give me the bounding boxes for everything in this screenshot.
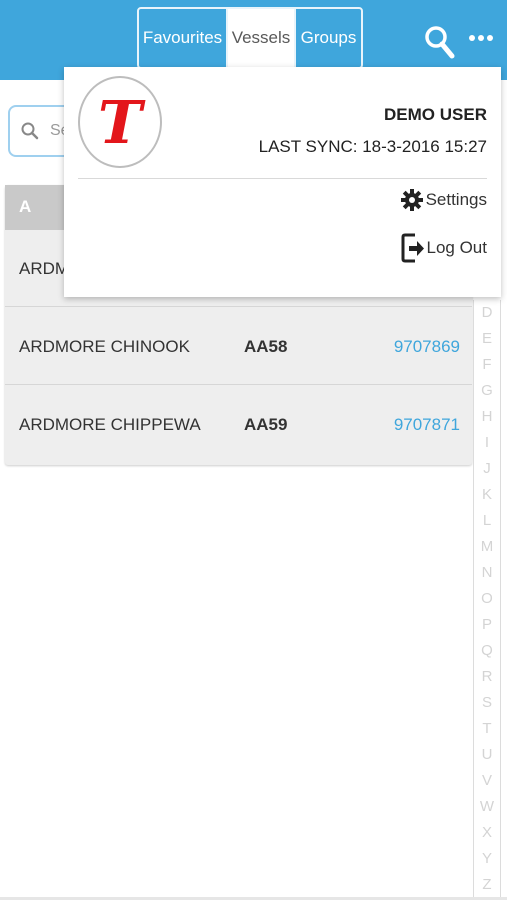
tab-groups[interactable]: Groups [294, 9, 361, 67]
last-sync-text: LAST SYNC: 18-3-2016 15:27 [258, 137, 487, 156]
menu-divider [78, 178, 487, 179]
index-letter[interactable]: O [474, 586, 500, 612]
view-tabs: Favourites Vessels Groups [137, 7, 363, 69]
index-letter[interactable]: J [474, 456, 500, 482]
vessel-code: AA59 [244, 415, 288, 434]
user-name: DEMO USER [384, 105, 487, 124]
settings-label: Settings [425, 190, 487, 209]
list-item[interactable]: ARDMORE CHINOOK AA58 9707869 [5, 308, 472, 385]
gear-icon [400, 189, 423, 211]
logout-label: Log Out [426, 238, 488, 257]
index-letter[interactable]: K [474, 482, 500, 508]
user-menu-dropdown: T DEMO USER LAST SYNC: 18-3-2016 15:27 S… [64, 67, 501, 297]
index-letter[interactable]: V [474, 768, 500, 794]
vessel-name: ARDM [19, 259, 70, 278]
index-letter[interactable]: Q [474, 638, 500, 664]
tab-vessels[interactable]: Vessels [228, 9, 294, 67]
index-letter[interactable]: S [474, 690, 500, 716]
index-letter[interactable]: M [474, 534, 500, 560]
svg-text:T: T [98, 88, 146, 157]
tab-favourites[interactable]: Favourites [139, 9, 228, 67]
company-logo: T [78, 76, 162, 168]
index-letter[interactable]: L [474, 508, 500, 534]
index-letter[interactable]: H [474, 404, 500, 430]
index-letter[interactable]: F [474, 352, 500, 378]
vessel-name: ARDMORE CHINOOK [19, 337, 190, 356]
index-letter[interactable]: E [474, 326, 500, 352]
logout-menu-item[interactable]: Log Out [401, 233, 488, 263]
logout-icon [401, 233, 424, 263]
index-letter[interactable]: G [474, 378, 500, 404]
vessel-name: ARDMORE CHIPPEWA [19, 415, 201, 434]
index-letter[interactable]: P [474, 612, 500, 638]
search-icon[interactable] [424, 24, 456, 60]
index-letter[interactable]: D [474, 300, 500, 326]
alphabet-index[interactable]: D E F G H I J K L M N O P Q R S T U V W … [473, 300, 501, 898]
list-item[interactable]: ARDMORE CHIPPEWA AA59 9707871 [5, 386, 472, 463]
index-letter[interactable]: N [474, 560, 500, 586]
vessel-code: AA58 [244, 337, 288, 356]
vessel-imo[interactable]: 9707869 [394, 337, 460, 357]
index-letter[interactable]: W [474, 794, 500, 820]
index-letter[interactable]: U [474, 742, 500, 768]
vessel-imo[interactable]: 9707871 [394, 415, 460, 435]
index-letter[interactable]: X [474, 820, 500, 846]
settings-menu-item[interactable]: Settings [400, 185, 487, 215]
index-letter[interactable]: Z [474, 872, 500, 898]
index-letter[interactable]: Y [474, 846, 500, 872]
search-icon [20, 121, 40, 141]
more-options-icon[interactable] [466, 28, 496, 48]
section-letter: A [19, 197, 32, 216]
index-letter[interactable]: R [474, 664, 500, 690]
index-letter[interactable]: I [474, 430, 500, 456]
index-letter[interactable]: T [474, 716, 500, 742]
